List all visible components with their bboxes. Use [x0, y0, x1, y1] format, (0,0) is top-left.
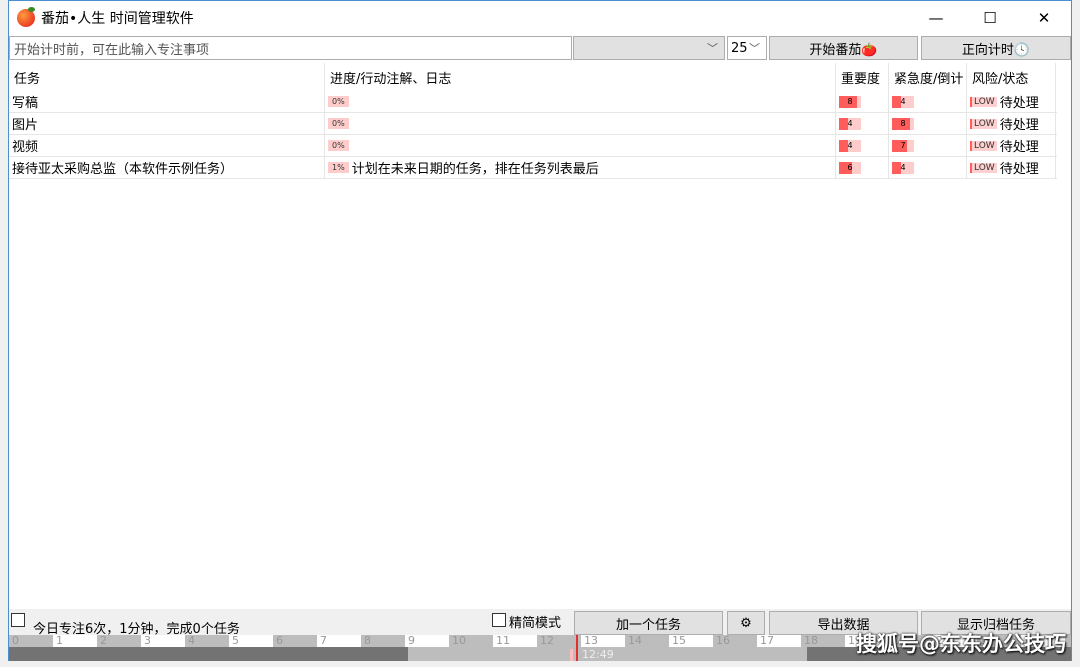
timeline-hour: 15 — [669, 635, 713, 647]
timeline-hour: 6 — [273, 635, 317, 647]
timeline-hour: 12 — [537, 635, 581, 647]
progress-cell: 0% — [325, 135, 836, 156]
minutes-select[interactable]: 25 ﹀ — [727, 36, 767, 60]
progress-cell: 1% 计划在未来日期的任务，排在任务列表最后 — [325, 157, 836, 178]
task-status: 待处理 — [999, 96, 1039, 111]
urgency-bar: 8 — [892, 117, 914, 130]
category-select[interactable]: ﹀ — [573, 36, 725, 60]
task-name: 图片 — [9, 113, 325, 134]
urgency-cell: 4 — [889, 157, 967, 178]
risk-status-cell: LOW 待处理 — [967, 113, 1056, 134]
risk-badge: LOW — [970, 96, 997, 107]
progress-badge: 0% — [328, 96, 349, 107]
task-status: 待处理 — [999, 118, 1039, 133]
compact-mode-checkbox[interactable] — [492, 613, 506, 627]
header-urgency[interactable]: 紧急度/倒计 — [889, 63, 967, 91]
chevron-down-icon: ﹀ — [749, 42, 760, 55]
timeline-hour: 16 — [713, 635, 757, 647]
timeline-hour: 5 — [229, 635, 273, 647]
timeline-hour: 8 — [361, 635, 405, 647]
task-name: 视频 — [9, 135, 325, 156]
progress-badge: 1% — [328, 162, 349, 173]
close-button[interactable]: ✕ — [1021, 1, 1067, 35]
minimize-button[interactable]: — — [913, 1, 959, 35]
window-title: 番茄•人生 时间管理软件 — [41, 11, 194, 27]
settings-button[interactable]: ⚙ — [727, 611, 765, 635]
app-window: 番茄•人生 时间管理软件 — ☐ ✕ 开始计时前，可在此输入专注事项 ﹀ 25 ﹀… — [8, 0, 1072, 661]
compact-mode-label: 精简模式 — [509, 616, 562, 631]
timeline-hour: 7 — [317, 635, 361, 647]
timeline-hour: 13 — [581, 635, 625, 647]
maximize-button[interactable]: ☐ — [967, 1, 1013, 35]
urgency-cell: 7 — [889, 135, 967, 156]
timeline-hour: 9 — [405, 635, 449, 647]
header-progress[interactable]: 进度/行动注解、日志 — [325, 63, 836, 91]
importance-cell: 8 — [836, 91, 889, 112]
today-checkbox[interactable] — [11, 613, 25, 627]
chevron-down-icon: ﹀ — [707, 42, 718, 55]
timeline-hour: 11 — [493, 635, 537, 647]
importance-cell: 4 — [836, 113, 889, 134]
risk-status-cell: LOW 待处理 — [967, 91, 1056, 112]
urgency-bar: 4 — [892, 161, 914, 174]
timeline-hour: 18 — [801, 635, 845, 647]
urgency-cell: 4 — [889, 91, 967, 112]
minutes-value: 25 — [731, 40, 748, 56]
importance-bar: 8 — [839, 95, 861, 108]
timeline-hour: 3 — [141, 635, 185, 647]
table-row[interactable]: 接待亚太采购总监（本软件示例任务） 1% 计划在未来日期的任务，排在任务列表最后 … — [9, 157, 1057, 179]
importance-cell: 6 — [836, 157, 889, 178]
task-name: 接待亚太采购总监（本软件示例任务） — [9, 157, 325, 178]
start-pomodoro-button[interactable]: 开始番茄🍅 — [769, 36, 918, 60]
timeline-hour: 0 — [9, 635, 53, 647]
timeline-hour: 17 — [757, 635, 801, 647]
importance-cell: 4 — [836, 135, 889, 156]
toolbar: 开始计时前，可在此输入专注事项 ﹀ 25 ﹀ 开始番茄🍅 正向计时🕓 — [9, 36, 1071, 60]
timeline-hour: 1 — [53, 635, 97, 647]
tomato-logo-icon — [17, 7, 35, 27]
urgency-bar: 7 — [892, 139, 914, 152]
task-name: 写稿 — [9, 91, 325, 112]
timeline-hour: 14 — [625, 635, 669, 647]
table-row[interactable]: 图片 0% 4 8 LOW 待处理 — [9, 113, 1057, 135]
table-row[interactable]: 视频 0% 4 7 LOW 待处理 — [9, 135, 1057, 157]
header-task[interactable]: 任务 — [9, 63, 325, 91]
add-task-button[interactable]: 加一个任务 — [574, 611, 723, 635]
risk-status-cell: LOW 待处理 — [967, 135, 1056, 156]
focus-mark — [570, 649, 573, 661]
timeline-hour: 10 — [449, 635, 493, 647]
importance-bar: 4 — [839, 139, 861, 152]
risk-badge: LOW — [970, 162, 997, 173]
header-importance[interactable]: 重要度 — [836, 63, 889, 91]
timeline-segment — [9, 647, 408, 661]
timeline-hour: 4 — [185, 635, 229, 647]
focus-input[interactable]: 开始计时前，可在此输入专注事项 — [9, 36, 572, 60]
progress-cell: 0% — [325, 113, 836, 134]
task-note: 计划在未来日期的任务，排在任务列表最后 — [351, 162, 599, 177]
table-row[interactable]: 写稿 0% 8 4 LOW 待处理 — [9, 91, 1057, 113]
risk-badge: LOW — [970, 140, 997, 151]
current-time-label: 12:49 — [582, 648, 614, 661]
urgency-cell: 8 — [889, 113, 967, 134]
task-status: 待处理 — [999, 162, 1039, 177]
current-time-line — [576, 635, 578, 661]
task-status: 待处理 — [999, 140, 1039, 155]
watermark: 搜狐号@东东办公技巧 — [856, 632, 1066, 656]
progress-cell: 0% — [325, 91, 836, 112]
title-bar: 番茄•人生 时间管理软件 — ☐ ✕ — [9, 1, 1071, 35]
header-risk-status[interactable]: 风险/状态 — [967, 63, 1056, 91]
importance-bar: 4 — [839, 117, 861, 130]
urgency-bar: 4 — [892, 95, 914, 108]
importance-bar: 6 — [839, 161, 861, 174]
count-up-button[interactable]: 正向计时🕓 — [921, 36, 1071, 60]
progress-badge: 0% — [328, 118, 349, 129]
progress-badge: 0% — [328, 140, 349, 151]
table-header: 任务 进度/行动注解、日志 重要度 紧急度/倒计 风险/状态 — [9, 63, 1057, 91]
risk-badge: LOW — [970, 118, 997, 129]
risk-status-cell: LOW 待处理 — [967, 157, 1056, 178]
timeline-hour: 2 — [97, 635, 141, 647]
